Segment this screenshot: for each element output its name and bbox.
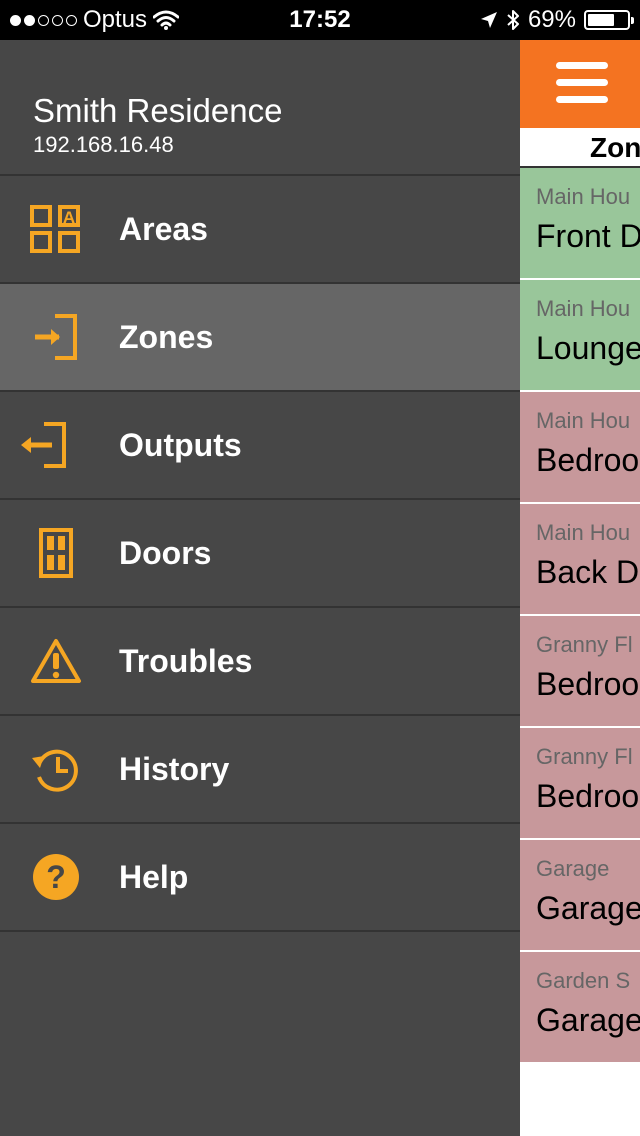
help-icon: ? (28, 849, 84, 905)
menu-label: Outputs (119, 426, 242, 463)
menu-label: Troubles (119, 642, 253, 679)
battery-fill (588, 14, 615, 26)
zone-name: Bedroo (536, 666, 640, 702)
zone-row[interactable]: Main Hou Lounge (520, 280, 640, 392)
signal-dot (52, 14, 63, 26)
menu-label: Doors (119, 534, 212, 571)
zone-row[interactable]: Granny Fl Bedroo (520, 616, 640, 728)
zone-area: Main Hou (536, 296, 631, 321)
zone-name: Bedroo (536, 778, 640, 814)
status-bar: Optus 17:52 69% (0, 0, 640, 40)
menu-item-doors[interactable]: Doors (0, 500, 520, 608)
zone-name: Garage (536, 1002, 640, 1038)
zone-row[interactable]: Main Hou Back D (520, 504, 640, 616)
zone-row[interactable]: Main Hou Bedroo (520, 392, 640, 504)
menu-label: Zones (119, 318, 214, 355)
history-icon (28, 741, 84, 797)
page-title: Zon (520, 128, 640, 168)
warning-icon (28, 633, 84, 689)
top-bar (520, 40, 640, 128)
menu-item-history[interactable]: History (0, 716, 520, 824)
zone-name: Garage (536, 890, 640, 926)
door-icon (28, 525, 84, 581)
signal-dot (38, 14, 49, 26)
menu-item-help[interactable]: ? Help (0, 824, 520, 932)
menu-label: History (119, 750, 230, 787)
menu-item-zones[interactable]: Zones (0, 284, 520, 392)
carrier-name: Optus (83, 6, 148, 33)
areas-icon: A (28, 201, 84, 257)
zone-name: Lounge (536, 330, 640, 366)
main-panel: Zon Main Hou Front D Main Hou Lounge Mai… (520, 40, 640, 1136)
zone-row[interactable]: Garden S Garage (520, 952, 640, 1064)
zone-area: Granny Fl (536, 632, 633, 657)
location-arrow-icon (480, 12, 497, 28)
menu-label: Areas (119, 210, 208, 247)
signal-dot (10, 14, 21, 26)
zone-row[interactable]: Granny Fl Bedroo (520, 728, 640, 840)
menu-item-troubles[interactable]: Troubles (0, 608, 520, 716)
battery-icon (584, 10, 634, 30)
zone-area: Garage (536, 856, 610, 881)
hamburger-menu-icon[interactable] (556, 62, 608, 104)
zone-area: Main Hou (536, 408, 631, 433)
zone-name: Back D (536, 554, 640, 590)
menu-label: Help (119, 858, 189, 895)
zone-name: Bedroo (536, 442, 640, 478)
zone-row[interactable]: Main Hou Front D (520, 168, 640, 280)
signal-dot (66, 14, 77, 26)
site-header: Smith Residence 192.168.16.48 (0, 40, 520, 176)
svg-text:?: ? (46, 859, 66, 895)
site-name: Smith Residence (33, 92, 283, 129)
wifi-icon (153, 10, 180, 30)
menu-item-areas[interactable]: A Areas (0, 176, 520, 284)
zone-area: Main Hou (536, 520, 631, 545)
zone-enter-icon (28, 309, 84, 365)
side-menu: Smith Residence 192.168.16.48 A Areas Zo… (0, 40, 520, 1136)
zone-row[interactable]: Garage Garage (520, 840, 640, 952)
zone-name: Front D (536, 218, 640, 254)
site-ip: 192.168.16.48 (33, 132, 174, 157)
bluetooth-icon (507, 10, 519, 30)
signal-strength (10, 14, 77, 26)
zone-area: Garden S (536, 968, 631, 993)
output-exit-icon (16, 417, 72, 473)
menu-item-outputs[interactable]: Outputs (0, 392, 520, 500)
zone-area: Main Hou (536, 184, 631, 209)
signal-dot (24, 14, 35, 26)
zone-area: Granny Fl (536, 744, 633, 769)
battery-percent: 69% (527, 6, 576, 33)
svg-text:A: A (63, 208, 75, 227)
